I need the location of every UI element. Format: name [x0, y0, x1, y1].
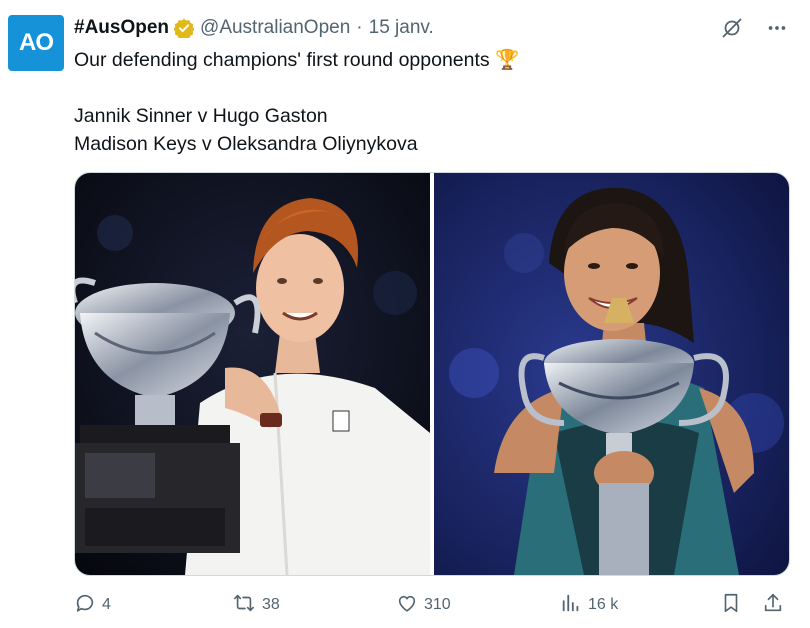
tweet-header: #AusOpen @AustralianOpen · 15 janv. [74, 16, 434, 40]
tweet-actions: 4 38 310 16 k [74, 592, 788, 618]
grok-icon[interactable] [720, 16, 744, 40]
avatar-logo-text: AO [19, 29, 54, 56]
photo-keys[interactable] [434, 173, 789, 575]
like-count: 310 [424, 596, 451, 613]
tweet-text: Our defending champions' first round opp… [74, 46, 774, 158]
share-icon [762, 592, 784, 619]
tweet-text-blank-line [74, 74, 774, 102]
tweet-text-line: Madison Keys v Oleksandra Oliynykova [74, 133, 418, 155]
retweet-icon [232, 592, 256, 619]
like-button[interactable]: 310 [396, 592, 451, 618]
more-icon[interactable] [766, 17, 788, 39]
reply-count: 4 [102, 596, 111, 613]
bookmark-button[interactable] [720, 592, 742, 618]
top-actions [720, 16, 788, 40]
avatar[interactable]: AO [8, 15, 64, 71]
retweet-count: 38 [262, 596, 280, 613]
tweet[interactable]: AO #AusOpen @AustralianOpen · 15 janv. O… [0, 0, 810, 628]
reply-icon [74, 592, 96, 619]
reply-button[interactable]: 4 [74, 592, 111, 618]
bookmark-icon [720, 592, 742, 619]
share-button[interactable] [762, 592, 784, 618]
verified-badge-icon [174, 18, 195, 38]
views-count: 16 k [588, 596, 619, 613]
photo-sinner[interactable] [75, 173, 430, 575]
media-grid [74, 172, 790, 576]
display-name[interactable]: #AusOpen [74, 17, 169, 39]
handle[interactable]: @AustralianOpen [200, 17, 350, 39]
views-button[interactable]: 16 k [560, 592, 618, 618]
tweet-text-line: Jannik Sinner v Hugo Gaston [74, 105, 328, 127]
separator-dot: · [356, 17, 363, 38]
retweet-button[interactable]: 38 [232, 592, 280, 618]
tweet-text-line: Our defending champions' first round opp… [74, 49, 520, 71]
tweet-date[interactable]: 15 janv. [369, 17, 434, 39]
views-icon [560, 592, 582, 619]
like-icon [396, 592, 418, 619]
